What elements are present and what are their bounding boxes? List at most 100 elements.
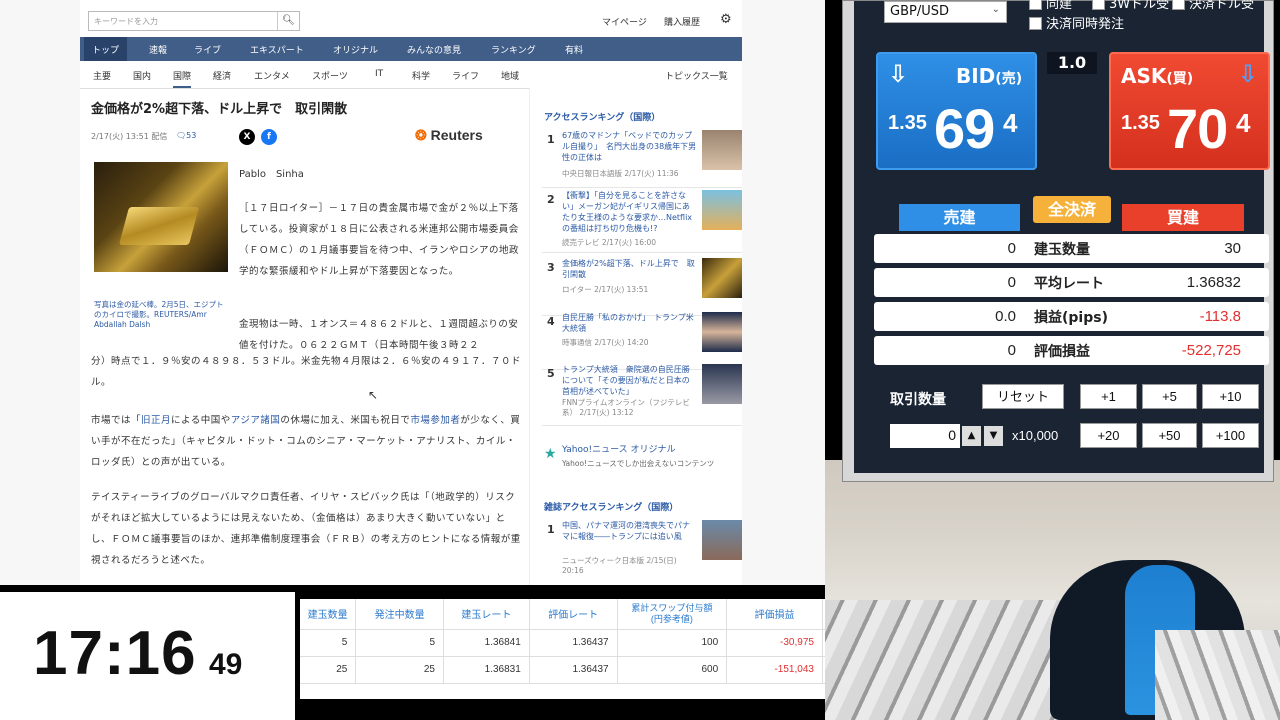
tab-life[interactable]: ライフ — [452, 69, 479, 82]
tab-entertainment[interactable]: エンタメ — [254, 69, 290, 82]
comment-count[interactable]: 🗨︎53 — [176, 131, 196, 140]
checkbox-settle[interactable]: 決済ドル受 — [1172, 0, 1254, 12]
col-header[interactable]: 建玉レート — [443, 599, 530, 630]
tab-sports[interactable]: スポーツ — [312, 69, 348, 82]
spin-up-icon[interactable]: ▲ — [962, 426, 981, 446]
ask-buy-button[interactable]: ASK(買) ⇩ 1.35 70 4 — [1109, 52, 1270, 170]
close-all-button[interactable]: 全決済 — [1033, 196, 1111, 223]
search-icon[interactable]: 🔍︎ — [277, 12, 299, 30]
nav-breaking[interactable]: 速報 — [149, 43, 167, 56]
nav-expert[interactable]: エキスパート — [250, 43, 304, 56]
quantity-input[interactable]: 0 — [890, 424, 960, 448]
gear-icon[interactable]: ⚙ — [720, 12, 732, 27]
comment-count-value: 53 — [186, 131, 197, 140]
keyword-link[interactable]: アジア諸国 — [231, 415, 281, 426]
increment-button[interactable]: +20 — [1080, 423, 1137, 448]
checkbox-3w[interactable]: 3Wドル受 — [1092, 0, 1169, 12]
tab-domestic[interactable]: 国内 — [133, 69, 151, 82]
tab-economy[interactable]: 経済 — [213, 69, 231, 82]
nav-original[interactable]: オリジナル — [333, 43, 378, 56]
ranking-item[interactable]: 5 トランプ大統領 衆院選の自民圧勝について「その要因が私だと日本の首相が述べて… — [542, 362, 742, 426]
tab-sell-positions[interactable]: 売建 — [899, 204, 1020, 231]
topics-list-link[interactable]: トピックス一覧 — [665, 69, 728, 82]
increment-button[interactable]: +100 — [1202, 423, 1259, 448]
reuters-logo-icon: ❂ — [415, 127, 427, 143]
tab-international[interactable]: 国際 — [173, 69, 192, 88]
qty-multiplier: x10,000 — [1012, 428, 1059, 443]
rank-title[interactable]: トランプ大統領 衆院選の自民圧勝について「その要因が私だと日本の首相が述べていた… — [562, 364, 697, 397]
currency-pair-value: GBP/USD — [890, 4, 949, 19]
increment-button[interactable]: +50 — [1142, 423, 1197, 448]
bid-pipette: 4 — [1003, 108, 1018, 138]
buy-value: 1.36832 — [1186, 274, 1241, 291]
rank-title[interactable]: 67歳のマドンナ「ベッドでのカップル自撮り」 名門大出身の38歳年下男性の正体は — [562, 130, 697, 163]
x-share-icon[interactable]: X — [239, 129, 255, 145]
bid-sell-button[interactable]: ⇩ BID(売) 1.35 69 4 — [876, 52, 1037, 170]
publisher-name: Reuters — [430, 127, 483, 143]
ranking-item[interactable]: 4 自民圧勝「私のおかげ」 トランプ米大統領 時事通信 2/17(火) 14:2… — [542, 310, 742, 370]
sell-value: 0 — [1007, 240, 1016, 257]
cell: 5 — [355, 629, 444, 657]
facebook-share-icon[interactable]: f — [261, 129, 277, 145]
yahoo-original-banner[interactable]: ★ Yahoo!ニュース オリジナル Yahoo!ニュースでしか出会えないコンテ… — [544, 440, 739, 474]
checkbox-simultaneous[interactable]: 決済同時発注 — [1029, 13, 1124, 32]
ranking-item[interactable]: 3 金価格が2%超下落、ドル上昇で 取引閑散 ロイター 2/17(火) 13:5… — [542, 256, 742, 316]
cell: 25 — [300, 656, 357, 684]
reset-button[interactable]: リセット — [982, 384, 1064, 409]
nav-ranking[interactable]: ランキング — [491, 43, 536, 56]
p3-text: 市場では「 — [91, 415, 142, 426]
tab-main[interactable]: 主要 — [93, 69, 111, 82]
ask-pipette: 4 — [1236, 108, 1251, 138]
rank-title[interactable]: 中国、パナマ運河の港湾喪失でパナマに報復――トランプには追い風 — [562, 520, 697, 542]
col-header[interactable]: 建玉数量 — [300, 599, 357, 630]
checkbox-box — [1172, 0, 1185, 10]
nav-paid[interactable]: 有料 — [565, 43, 583, 56]
magazine-ranking-item[interactable]: 1 中国、パナマ運河の港湾喪失でパナマに報復――トランプには追い風 ニューズウィ… — [542, 518, 742, 578]
tab-science[interactable]: 科学 — [412, 69, 430, 82]
webcam-feed — [825, 460, 1280, 720]
increment-button[interactable]: +10 — [1202, 384, 1259, 409]
table-row[interactable]: 5 5 1.36841 1.36437 100 -30,975 — [300, 629, 832, 657]
keyword-link[interactable]: 市場参加者 — [410, 415, 460, 426]
rank-title[interactable]: 【衝撃】「自分を見ることを許さない」メーガン妃がイギリス帰国にあたり女王様のよう… — [562, 190, 697, 234]
ranking-item[interactable]: 2 【衝撃】「自分を見ることを許さない」メーガン妃がイギリス帰国にあたり女王様の… — [542, 188, 742, 253]
article-paragraph-2b: 分）時点で１．９％安の４８９８．５３ドル。米金先物４月限は２．６％安の４９１７．… — [91, 356, 522, 388]
row-label: 平均レート — [1034, 276, 1104, 292]
nav-opinions[interactable]: みんなの意見 — [407, 43, 461, 56]
col-header[interactable]: 累計スワップ付与額 (円参考値) — [617, 599, 728, 630]
ranking-item[interactable]: 1 67歳のマドンナ「ベッドでのカップル自撮り」 名門大出身の38歳年下男性の正… — [542, 128, 742, 188]
checkbox-box — [1092, 0, 1105, 10]
spread-value: 1.0 — [1047, 52, 1097, 74]
keyword-link[interactable]: 旧正月 — [141, 415, 171, 426]
nav-top[interactable]: トップ — [84, 37, 128, 61]
rank-title[interactable]: 自民圧勝「私のおかげ」 トランプ米大統領 — [562, 312, 697, 334]
cell: 1.36437 — [529, 656, 618, 684]
cell: -30,975 — [726, 629, 823, 657]
nav-live[interactable]: ライブ — [194, 43, 221, 56]
main-nav: トップ 速報 ライブ エキスパート オリジナル みんなの意見 ランキング 有料 — [80, 37, 742, 61]
currency-pair-select[interactable]: GBP/USD ⌄ — [884, 1, 1007, 23]
magazine-ranking-title: 雑誌アクセスランキング（国際） — [544, 503, 679, 513]
checkbox-hedge[interactable]: 同建 — [1029, 0, 1072, 12]
cell: 600 — [617, 656, 728, 684]
increment-button[interactable]: +5 — [1142, 384, 1197, 409]
arrow-down-icon: ⇩ — [888, 60, 909, 88]
positions-table: 建玉数量 発注中数量 建玉レート 評価レート 累計スワップ付与額 (円参考値) … — [300, 599, 832, 699]
col-header[interactable]: 評価損益 — [726, 599, 823, 630]
search-input[interactable]: キーワードを入力 — [88, 11, 300, 31]
ask-prefix: 1.35 — [1121, 112, 1160, 134]
table-row[interactable]: 25 25 1.36831 1.36437 600 -151,043 — [300, 656, 832, 684]
col-header[interactable]: 発注中数量 — [355, 599, 444, 630]
rank-title[interactable]: 金価格が2%超下落、ドル上昇で 取引閑散 — [562, 258, 697, 280]
publisher-logo[interactable]: ❂ Reuters — [415, 127, 483, 144]
tab-buy-positions[interactable]: 買建 — [1122, 204, 1244, 231]
purchase-history-link[interactable]: 購入履歴 — [664, 15, 700, 28]
mypage-link[interactable]: マイページ — [602, 15, 647, 28]
article-photo[interactable] — [94, 162, 228, 272]
spin-down-icon[interactable]: ▼ — [984, 426, 1003, 446]
tab-region[interactable]: 地域 — [501, 69, 519, 82]
increment-button[interactable]: +1 — [1080, 384, 1137, 409]
bid-big-figure: 69 — [934, 97, 995, 160]
tab-it[interactable]: IT — [375, 69, 383, 79]
col-header[interactable]: 評価レート — [529, 599, 618, 630]
